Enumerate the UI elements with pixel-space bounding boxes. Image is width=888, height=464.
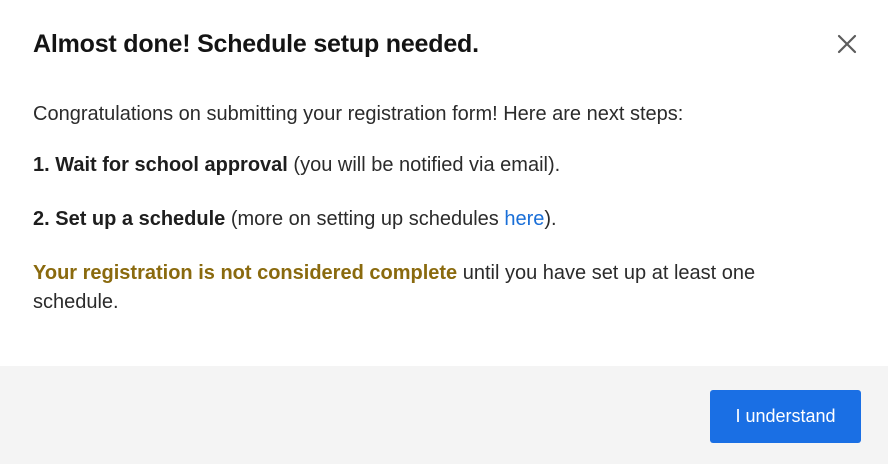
warning-emphasis: Your registration is not considered comp… [33,262,458,284]
step-1: 1. Wait for school approval (you will be… [33,151,833,180]
dialog-title: Almost done! Schedule setup needed. [33,30,479,58]
step-1-title: 1. Wait for school approval [33,154,288,176]
close-icon [837,34,857,54]
intro-text: Congratulations on submitting your regis… [33,103,684,125]
step-2-title: 2. Set up a schedule [33,208,226,230]
dialog-body: Almost done! Schedule setup needed. Cong… [0,0,888,366]
step-2-detail-after: ). [544,208,557,230]
close-button[interactable] [834,31,860,57]
dialog-footer: I understand [0,366,888,464]
step-2: 2. Set up a schedule (more on setting up… [33,205,833,234]
step-1-detail: (you will be notified via email). [287,154,561,176]
i-understand-button[interactable]: I understand [710,390,861,443]
schedule-setup-dialog: Almost done! Schedule setup needed. Cong… [0,0,888,464]
schedules-help-link[interactable]: here [504,208,544,230]
step-2-detail-before: (more on setting up schedules [225,208,505,230]
warning-text: Your registration is not considered comp… [33,259,823,317]
